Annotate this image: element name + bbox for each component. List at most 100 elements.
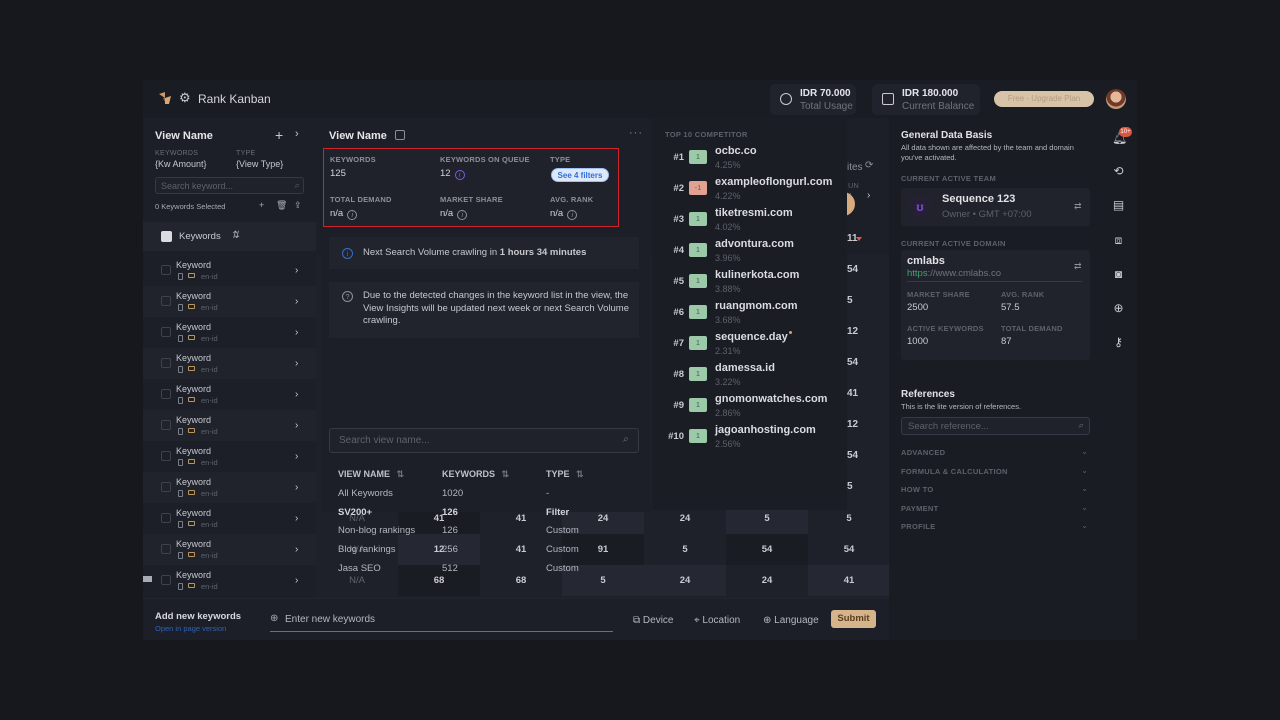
caret-down-icon[interactable]: [856, 237, 862, 241]
reference-accordion[interactable]: FORMULA & CALCULATION ⌄: [901, 466, 1090, 479]
row-chevron-right-icon[interactable]: ›: [295, 389, 298, 400]
upgrade-plan-button[interactable]: Free - Upgrade Plan: [994, 91, 1094, 107]
more-options-icon[interactable]: ···: [629, 127, 643, 139]
competitor-item[interactable]: #6 1 ruangmom.com 3.68%: [652, 299, 847, 330]
row-checkbox[interactable]: [161, 389, 171, 399]
domain-url[interactable]: https://www.cmlabs.co: [907, 268, 1001, 279]
row-chevron-right-icon[interactable]: ›: [295, 482, 298, 493]
competitor-item[interactable]: #4 1 advontura.com 3.96%: [652, 237, 847, 268]
see-filters-button[interactable]: See 4 filters: [551, 168, 609, 182]
grid-cell-rank-peek[interactable]: 5: [847, 481, 853, 492]
grid-cell-rank[interactable]: 54: [726, 534, 808, 565]
location-selector[interactable]: ⌖ Location: [694, 615, 740, 626]
add-keyword-icon[interactable]: +: [259, 200, 264, 210]
row-checkbox[interactable]: [161, 544, 171, 554]
competitor-item[interactable]: #1 1 ocbc.co 4.25%: [652, 144, 847, 175]
grid-cell-rank-peek[interactable]: 5: [847, 295, 853, 306]
competitor-item[interactable]: #3 1 tiketresmi.com 4.02%: [652, 206, 847, 237]
expand-chevron-icon[interactable]: ›: [295, 128, 299, 140]
switch-team-icon[interactable]: ⇄: [1074, 201, 1082, 212]
next-week-chevron-icon[interactable]: ›: [867, 190, 870, 201]
row-chevron-right-icon[interactable]: ›: [295, 296, 298, 307]
user-avatar[interactable]: [1106, 89, 1126, 109]
edit-icon[interactable]: [395, 130, 405, 140]
code-icon[interactable]: ⧈: [1112, 234, 1125, 247]
reference-accordion[interactable]: PROFILE ⌄: [901, 521, 1090, 534]
add-view-plus-icon[interactable]: +: [275, 127, 283, 143]
open-page-version-link[interactable]: Open in page version: [155, 624, 226, 633]
view-row-name[interactable]: Non-blog rankings: [338, 525, 415, 536]
keyword-row[interactable]: Keyword en-id ›: [143, 472, 316, 503]
row-chevron-right-icon[interactable]: ›: [295, 544, 298, 555]
drag-handle[interactable]: [143, 576, 152, 582]
grid-cell-rank[interactable]: 68: [398, 565, 480, 596]
competitor-item[interactable]: #2 -1 exampleoflongurl.com 4.22%: [652, 175, 847, 206]
grid-cell-rank[interactable]: 12: [398, 534, 480, 565]
settings-gear-icon[interactable]: ⚙: [179, 91, 192, 104]
sync-icon[interactable]: ⟲: [1112, 165, 1125, 178]
select-all-checkbox[interactable]: [161, 231, 172, 242]
view-row-name[interactable]: Blog rankings: [338, 544, 396, 555]
row-checkbox[interactable]: [161, 420, 171, 430]
row-chevron-right-icon[interactable]: ›: [295, 575, 298, 586]
new-keywords-input[interactable]: ⊕ Enter new keywords: [270, 609, 613, 632]
competitor-item[interactable]: #10 1 jagoanhosting.com 2.56%: [652, 423, 847, 454]
keyword-row[interactable]: Keyword en-id ›: [143, 441, 316, 472]
trash-icon[interactable]: 🗑: [276, 200, 287, 211]
keyword-search-input[interactable]: Search keyword... ⌕: [155, 177, 304, 194]
info-icon[interactable]: i: [347, 210, 358, 220]
grid-cell-rank-peek[interactable]: 54: [847, 264, 858, 275]
row-checkbox[interactable]: [161, 513, 171, 523]
reference-search-input[interactable]: Search reference... ⌕: [901, 417, 1090, 435]
money-icon[interactable]: ◙: [1112, 268, 1125, 281]
row-chevron-right-icon[interactable]: ›: [295, 265, 298, 276]
grid-cell-rank[interactable]: 24: [644, 565, 726, 596]
info-icon[interactable]: i: [567, 210, 578, 220]
refresh-icon[interactable]: ⟳: [865, 160, 873, 171]
col-header-view-name[interactable]: VIEW NAME ⇅: [338, 469, 404, 480]
grid-cell-rank-peek[interactable]: 12: [847, 419, 858, 430]
reference-accordion[interactable]: PAYMENT ⌄: [901, 503, 1090, 516]
keyword-row[interactable]: Keyword en-id ›: [143, 565, 316, 596]
keyword-row[interactable]: Keyword en-id ›: [143, 317, 316, 348]
grid-cell-rank[interactable]: 41: [808, 565, 890, 596]
keyword-row[interactable]: Keyword en-id ›: [143, 379, 316, 410]
keyword-row[interactable]: Keyword en-id ›: [143, 286, 316, 317]
view-row-name[interactable]: Jasa SEO: [338, 563, 381, 574]
language-selector[interactable]: ⊕ Language: [763, 615, 819, 626]
keyword-row[interactable]: Keyword en-id ›: [143, 503, 316, 534]
reference-accordion[interactable]: HOW TO ⌄: [901, 484, 1090, 497]
grid-cell-rank-peek[interactable]: 54: [847, 357, 858, 368]
row-chevron-right-icon[interactable]: ›: [295, 358, 298, 369]
row-chevron-right-icon[interactable]: ›: [295, 513, 298, 524]
keyword-row[interactable]: Keyword en-id ›: [143, 410, 316, 441]
row-checkbox[interactable]: [161, 482, 171, 492]
competitor-item[interactable]: #8 1 damessa.id 3.22%: [652, 361, 847, 392]
row-chevron-right-icon[interactable]: ›: [295, 327, 298, 338]
key-icon[interactable]: ⚷: [1112, 336, 1125, 349]
view-row-name[interactable]: All Keywords: [338, 488, 393, 499]
current-balance-chip[interactable]: IDR 180.000 Current Balance: [872, 84, 980, 115]
app-logo-icon[interactable]: [157, 90, 173, 106]
competitor-item[interactable]: #7 1 sequence.day 2.31%: [652, 330, 847, 361]
row-checkbox[interactable]: [161, 296, 171, 306]
total-usage-chip[interactable]: IDR 70.000 Total Usage: [770, 84, 856, 115]
row-checkbox[interactable]: [161, 451, 171, 461]
competitor-item[interactable]: #9 1 gnomonwatches.com 2.86%: [652, 392, 847, 423]
grid-cell-rank[interactable]: 5: [644, 534, 726, 565]
calendar-icon[interactable]: ▤: [1112, 199, 1125, 212]
info-icon[interactable]: i: [454, 170, 465, 180]
reference-accordion[interactable]: ADVANCED ⌄: [901, 447, 1090, 460]
sort-icon[interactable]: ⇅: [231, 230, 239, 241]
row-checkbox[interactable]: [161, 327, 171, 337]
info-icon[interactable]: i: [457, 210, 468, 220]
grid-cell-rank-peek[interactable]: 12: [847, 326, 858, 337]
row-checkbox[interactable]: [161, 358, 171, 368]
col-header-type[interactable]: TYPE ⇅: [546, 469, 584, 480]
globe-icon[interactable]: ⊕: [1112, 302, 1125, 315]
row-chevron-right-icon[interactable]: ›: [295, 451, 298, 462]
row-checkbox[interactable]: [161, 265, 171, 275]
switch-domain-icon[interactable]: ⇄: [1074, 261, 1082, 272]
keyword-row[interactable]: Keyword en-id ›: [143, 534, 316, 565]
row-chevron-right-icon[interactable]: ›: [295, 420, 298, 431]
